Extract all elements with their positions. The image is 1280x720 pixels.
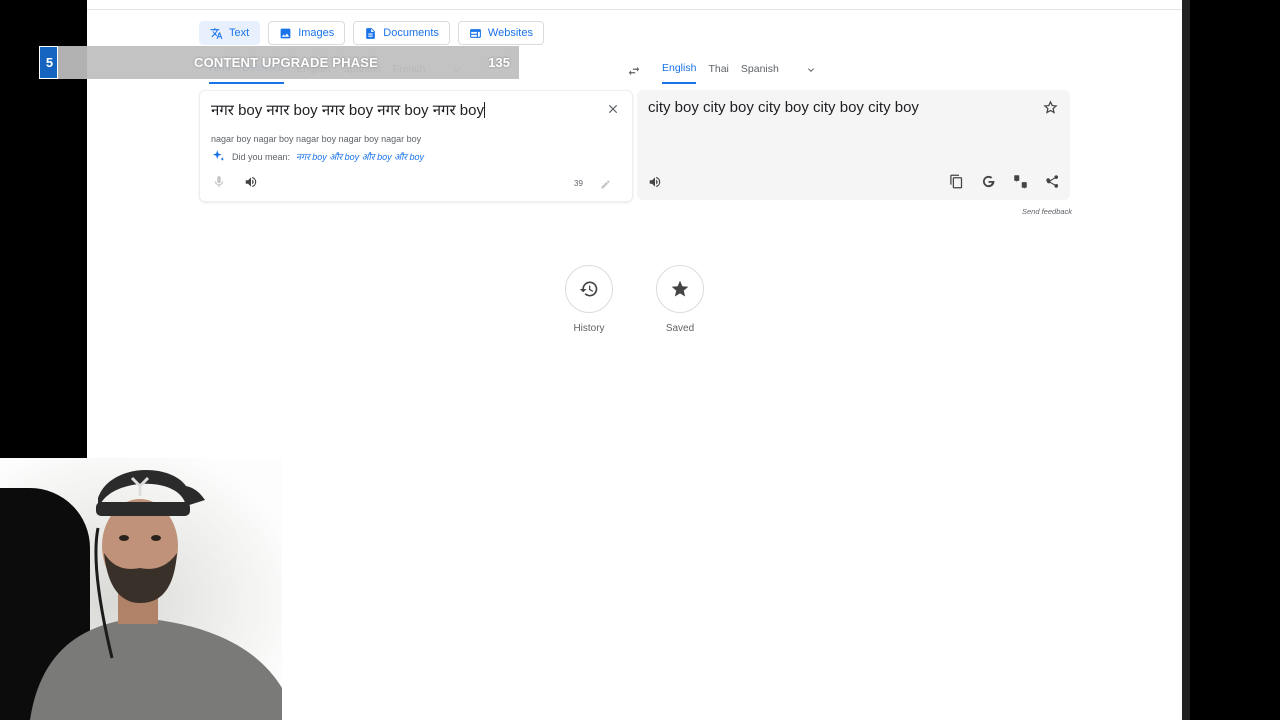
target-lang-english[interactable]: English — [662, 62, 697, 84]
clear-icon[interactable] — [606, 102, 620, 116]
saved-circle — [656, 265, 704, 313]
copy-icon[interactable] — [949, 174, 964, 189]
target-language-bar: English Thai Spanish — [662, 62, 817, 84]
tab-websites[interactable]: Websites — [457, 21, 544, 45]
divider — [87, 9, 1182, 10]
history-button[interactable]: History — [559, 265, 619, 334]
mode-tabs: Text Images Documents Websites — [199, 21, 544, 45]
star-icon[interactable] — [1043, 100, 1058, 115]
text-caret — [483, 102, 485, 118]
rate-translation-icon[interactable] — [1013, 174, 1028, 189]
document-icon — [366, 27, 376, 39]
tab-images[interactable]: Images — [268, 21, 346, 45]
website-icon — [469, 28, 481, 38]
share-icon[interactable] — [1045, 174, 1060, 189]
google-icon[interactable] — [981, 174, 996, 189]
speaker-icon[interactable] — [244, 175, 258, 189]
tab-documents[interactable]: Documents — [353, 21, 450, 45]
webcam-overlay — [0, 458, 282, 720]
target-lang-thai[interactable]: Thai — [708, 63, 728, 83]
source-text-input[interactable]: नगर boy नगर boy नगर boy नगर boy नगर boy — [211, 100, 485, 120]
saved-label: Saved — [665, 323, 695, 334]
star-icon — [671, 280, 689, 297]
suggestion-link[interactable]: नगर boy और boy और boy और boy — [296, 150, 424, 163]
microphone-icon[interactable] — [212, 175, 226, 189]
image-icon — [280, 28, 291, 38]
overlay-score: 135 — [488, 55, 510, 70]
translation-text: city boy city boy city boy city boy city… — [648, 99, 919, 116]
translate-icon — [210, 27, 223, 39]
history-icon — [579, 281, 598, 297]
tab-documents-label: Documents — [383, 27, 439, 39]
tab-websites-label: Websites — [487, 27, 533, 39]
swap-languages-icon[interactable] — [627, 64, 641, 78]
chevron-down-icon[interactable] — [805, 64, 817, 76]
overlay-title: CONTENT UPGRADE PHASE — [194, 55, 379, 70]
source-text: नगर boy नगर boy नगर boy नगर boy नगर boy — [211, 102, 484, 119]
transliteration: nagar boy nagar boy nagar boy nagar boy … — [211, 134, 422, 144]
window-edge — [1182, 0, 1190, 720]
streamer-figure — [30, 470, 282, 720]
translation-tools — [949, 174, 1060, 189]
tab-text[interactable]: Text — [199, 21, 261, 45]
tab-text-label: Text — [229, 27, 250, 39]
overlay-banner: 5 CONTENT UPGRADE PHASE 135 — [39, 46, 519, 79]
tab-images-label: Images — [298, 27, 335, 39]
send-feedback-link[interactable]: Send feedback — [1022, 207, 1072, 216]
speaker-icon[interactable] — [648, 175, 662, 189]
sparkle-icon — [212, 150, 225, 161]
pencil-icon[interactable] — [600, 179, 611, 190]
did-you-mean-label: Did you mean: — [232, 151, 291, 162]
target-panel: city boy city boy city boy city boy city… — [637, 90, 1070, 200]
saved-button[interactable]: Saved — [650, 265, 710, 334]
did-you-mean: Did you mean: नगर boy और boy और boy और b… — [211, 149, 424, 164]
character-count: 39 — [574, 179, 583, 188]
history-circle — [565, 265, 613, 313]
target-lang-spanish[interactable]: Spanish — [741, 63, 779, 83]
overlay-number: 5 — [39, 46, 58, 79]
history-label: History — [573, 323, 605, 334]
source-panel: नगर boy नगर boy नगर boy नगर boy नगर boy … — [199, 90, 633, 202]
